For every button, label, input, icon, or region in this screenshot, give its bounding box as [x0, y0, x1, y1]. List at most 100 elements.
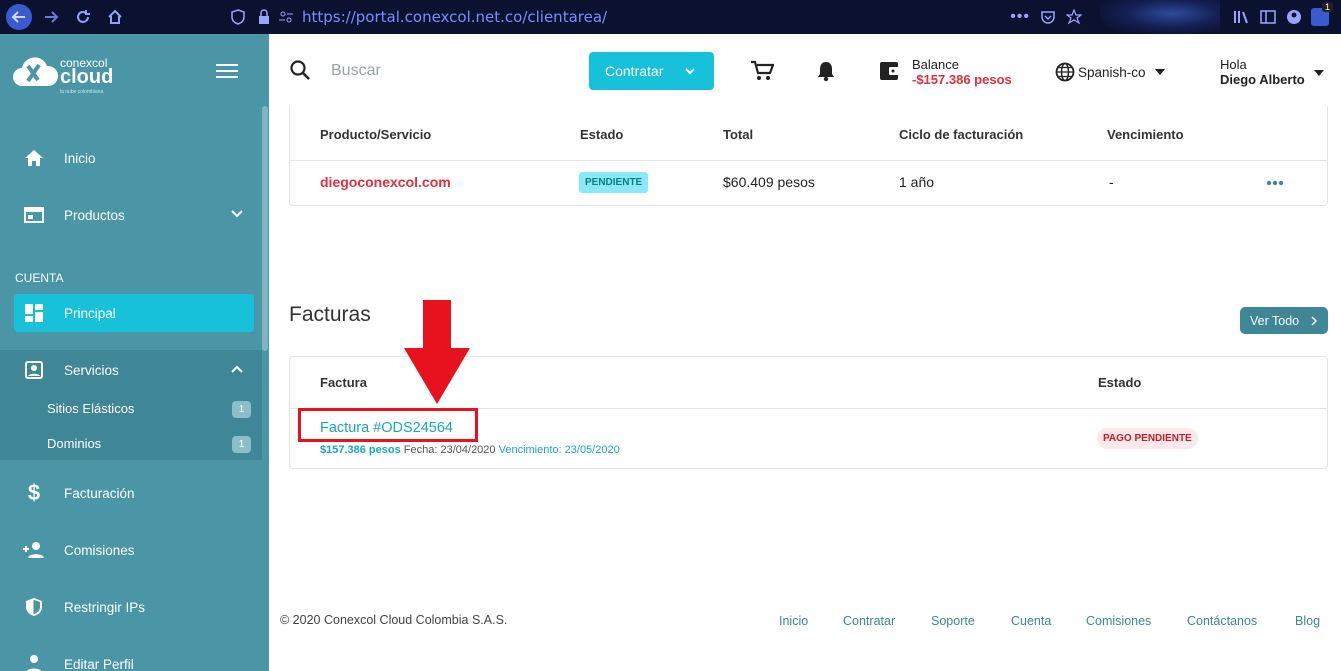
sidebar-item-label: Restringir IPs — [64, 599, 146, 615]
sidebar-item-label: Facturación — [64, 485, 135, 501]
footer-link-contactanos[interactable]: Contáctanos — [1187, 614, 1257, 628]
service-total: $60.409 pesos — [723, 174, 815, 190]
sidebar-item-label: Editar Perfil — [64, 656, 134, 671]
sidebar-item-editar-perfil[interactable]: Editar Perfil — [0, 641, 262, 671]
lock-icon — [259, 9, 269, 24]
view-all-button[interactable]: Ver Todo — [1240, 307, 1328, 334]
logo[interactable]: conexcol cloud la nube colombiana — [12, 52, 122, 95]
browser-toolbar: https://portal.conexcol.net.co/clientare… — [0, 0, 1341, 34]
sidebar-item-servicios[interactable]: Servicios — [0, 347, 262, 393]
add-group-icon — [22, 538, 46, 562]
section-label-cuenta: CUENTA — [15, 271, 64, 285]
chevron-right-icon — [1311, 315, 1318, 326]
sidebar-item-label: Inicio — [64, 150, 96, 166]
star-icon[interactable] — [1066, 9, 1082, 25]
sidebar-item-facturacion[interactable]: $ Facturación — [0, 470, 262, 516]
view-all-label: Ver Todo — [1250, 313, 1300, 328]
submenu-item-sitios[interactable]: Sitios Elásticos — [47, 401, 134, 416]
chevron-down-icon — [231, 210, 243, 218]
section-title-facturas: Facturas — [289, 303, 371, 326]
home-button[interactable] — [102, 4, 128, 30]
cloud-logo-icon — [13, 57, 58, 86]
status-badge: PENDIENTE — [579, 172, 649, 193]
address-bar[interactable]: https://portal.conexcol.net.co/clientare… — [230, 2, 1090, 32]
sidebar-item-productos[interactable]: Productos — [0, 192, 262, 238]
extension-badge: 1 — [1321, 2, 1333, 12]
language-label: Spanish-co — [1078, 64, 1146, 80]
user-name: Diego Alberto — [1220, 72, 1305, 87]
sidebar-item-inicio[interactable]: Inicio — [0, 135, 262, 181]
service-name-link[interactable]: diegoconexcol.com — [320, 174, 451, 190]
sidebar-item-comisiones[interactable]: Comisiones — [0, 527, 262, 573]
bell-icon[interactable] — [816, 60, 836, 82]
invoice-meta: $157.386 pesos Fecha: 23/04/2020 Vencimi… — [320, 444, 620, 456]
pocket-icon[interactable] — [1040, 9, 1056, 25]
language-selector[interactable]: Spanish-co — [1055, 62, 1166, 82]
page-actions-icon[interactable]: ••• — [1010, 8, 1030, 26]
globe-icon — [1055, 62, 1075, 82]
sidebar-item-label: Comisiones — [64, 542, 135, 558]
footer-link-cuenta[interactable]: Cuenta — [1011, 614, 1051, 628]
sidebar: conexcol cloud la nube colombiana Inicio… — [0, 34, 269, 671]
forward-button[interactable] — [38, 4, 64, 30]
search-icon[interactable] — [289, 59, 311, 81]
back-button[interactable] — [6, 4, 32, 30]
services-table: Producto/Servicio Estado Total Ciclo de … — [289, 106, 1328, 206]
footer-link-soporte[interactable]: Soporte — [931, 614, 975, 628]
greeting: Hola — [1220, 57, 1247, 72]
service-cycle: 1 año — [899, 174, 935, 190]
more-options-icon[interactable] — [1266, 180, 1284, 186]
person-icon — [22, 652, 46, 671]
home-icon — [108, 9, 122, 24]
home-icon — [22, 146, 46, 170]
column-header: Estado — [1098, 375, 1142, 390]
theme-decoration — [1100, 0, 1220, 34]
arrow-right-icon — [45, 11, 59, 23]
reload-button[interactable] — [70, 4, 96, 30]
service-due: - — [1109, 174, 1114, 190]
account-box-icon — [22, 358, 46, 382]
logo-tagline: la nube colombiana — [60, 89, 104, 95]
column-header: Total — [723, 127, 754, 142]
footer-link-contratar[interactable]: Contratar — [843, 614, 895, 628]
reload-icon — [77, 10, 90, 23]
product-card-icon — [22, 203, 46, 227]
chevron-down-icon — [685, 68, 695, 75]
balance-value: -$157.386 pesos — [912, 72, 1012, 87]
sidebar-item-restringir-ips[interactable]: Restringir IPs — [0, 584, 262, 630]
footer-link-inicio[interactable]: Inicio — [779, 614, 808, 628]
permissions-icon — [279, 11, 293, 23]
status-badge: PAGO PENDIENTE — [1097, 428, 1198, 449]
sidebar-scrollbar[interactable] — [262, 106, 268, 351]
footer-link-blog[interactable]: Blog — [1295, 614, 1320, 628]
sidebar-item-principal[interactable]: Principal — [0, 290, 262, 336]
extension-button[interactable]: 1 — [1311, 2, 1333, 26]
submenu-item-dominios[interactable]: Dominios — [47, 436, 101, 451]
caret-down-icon[interactable] — [1313, 69, 1325, 77]
invoice-date: Fecha: 23/04/2020 — [403, 444, 496, 456]
topbar: Contratar Balance -$157.386 pesos Spanis… — [269, 34, 1341, 107]
contratar-label: Contratar — [605, 63, 664, 79]
search-input[interactable] — [331, 58, 551, 84]
count-badge: 1 — [232, 401, 251, 418]
menu-toggle-button[interactable] — [216, 64, 238, 80]
user-menu[interactable]: Hola Diego Alberto — [1220, 57, 1305, 87]
library-icon[interactable] — [1233, 9, 1251, 25]
count-badge: 1 — [232, 436, 251, 453]
security-shield-icon — [22, 595, 46, 619]
column-header: Vencimiento — [1107, 127, 1184, 142]
arrow-left-icon — [11, 11, 25, 23]
sidebar-item-label: Principal — [64, 305, 116, 321]
shield-icon — [231, 9, 245, 25]
cart-icon[interactable] — [750, 60, 774, 82]
chevron-up-icon — [231, 365, 243, 373]
account-icon[interactable] — [1285, 9, 1303, 25]
column-header: Ciclo de facturación — [899, 127, 1024, 142]
url-text: https://portal.conexcol.net.co/clientare… — [302, 8, 608, 26]
sidebar-icon[interactable] — [1259, 9, 1277, 25]
column-header: Estado — [580, 127, 624, 142]
dollar-icon: $ — [27, 480, 41, 505]
footer-link-comisiones[interactable]: Comisiones — [1086, 614, 1151, 628]
contratar-button[interactable]: Contratar — [589, 52, 714, 90]
row-divider — [290, 160, 1327, 161]
